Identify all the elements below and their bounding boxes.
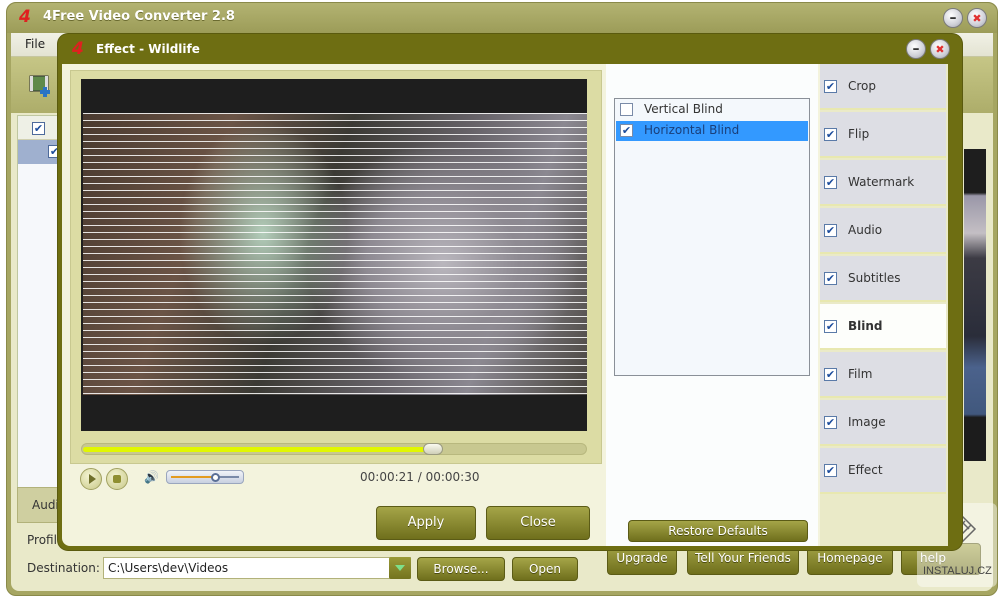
browse-button[interactable]: Browse... (417, 557, 505, 581)
dialog-close-button[interactable]: ✖ (930, 39, 950, 59)
tab-checkbox[interactable]: ✔ (824, 416, 837, 429)
tab-checkbox[interactable]: ✔ (824, 368, 837, 381)
volume-fill (171, 476, 216, 478)
close-icon: ✖ (972, 11, 982, 25)
add-video-icon[interactable] (29, 75, 53, 97)
main-preview-image (964, 149, 986, 461)
app-title: 4Free Video Converter 2.8 (43, 9, 235, 24)
speaker-icon[interactable]: 🔊 (144, 470, 159, 484)
close-icon: ✖ (935, 42, 945, 56)
tab-label: Flip (848, 127, 870, 141)
blind-options-panel: Vertical Blind ✔ Horizontal Blind Restore … (606, 64, 818, 546)
tab-label: Image (848, 415, 886, 429)
tab-flip[interactable]: ✔ Flip (820, 112, 946, 158)
watermark-text: INSTALUJ.CZ (923, 565, 992, 577)
tab-crop[interactable]: ✔ Crop (820, 64, 946, 110)
tab-subtitles[interactable]: ✔ Subtitles (820, 256, 946, 302)
seek-bar[interactable] (81, 443, 587, 455)
time-readout: 00:00:21 / 00:00:30 (360, 470, 480, 484)
tab-label: Crop (848, 79, 877, 93)
main-title-bar[interactable]: 4 4Free Video Converter 2.8 – ✖ (7, 3, 997, 33)
player-panel (70, 70, 602, 464)
tab-label: Audio (848, 223, 883, 237)
effect-dialog: 4 Effect - Wildlife – ✖ 🔊 00:00:21 / 00:… (58, 34, 962, 550)
seek-bar-thumb[interactable] (423, 443, 444, 455)
tab-label: Subtitles (848, 271, 901, 285)
dialog-title: Effect - Wildlife (96, 42, 200, 56)
seek-bar-fill (83, 447, 435, 452)
volume-thumb[interactable] (211, 473, 221, 482)
dialog-title-bar[interactable]: 4 Effect - Wildlife – ✖ (58, 34, 962, 64)
dialog-body: 🔊 00:00:21 / 00:00:30 Apply Close Vertic… (62, 64, 948, 546)
tab-label: Effect (848, 463, 883, 477)
effect-checkbox[interactable] (620, 103, 633, 116)
destination-label: Destination: (27, 561, 100, 575)
tab-checkbox[interactable]: ✔ (824, 320, 837, 333)
effect-label: Vertical Blind (644, 102, 723, 116)
tab-label: Watermark (848, 175, 915, 189)
effect-tabs: ✔ Crop ✔ Flip ✔ Watermark ✔ Audio ✔ Subtitles ✔ Bli… (820, 64, 948, 546)
tab-audio[interactable]: ✔ Audio (820, 208, 946, 254)
main-minimize-button[interactable]: – (943, 8, 963, 28)
play-button[interactable] (80, 468, 102, 490)
dialog-minimize-button[interactable]: – (906, 39, 926, 59)
effect-checkbox[interactable]: ✔ (620, 124, 633, 137)
tab-checkbox[interactable]: ✔ (824, 128, 837, 141)
main-close-button[interactable]: ✖ (967, 8, 987, 28)
tab-checkbox[interactable]: ✔ (824, 272, 837, 285)
apply-button[interactable]: Apply (376, 506, 476, 540)
app-logo-icon: 4 (19, 7, 31, 27)
tab-blind[interactable]: ✔ Blind (820, 304, 946, 350)
tab-checkbox[interactable]: ✔ (824, 464, 837, 477)
effect-item[interactable]: Vertical Blind (616, 100, 808, 120)
tab-film[interactable]: ✔ Film (820, 352, 946, 398)
tab-checkbox[interactable]: ✔ (824, 176, 837, 189)
menu-file[interactable]: File (25, 37, 45, 51)
tab-effect[interactable]: ✔ Effect (820, 448, 946, 494)
tab-checkbox[interactable]: ✔ (824, 224, 837, 237)
minimize-icon: – (949, 10, 957, 26)
video-preview (81, 79, 587, 431)
tab-watermark[interactable]: ✔ Watermark (820, 160, 946, 206)
effect-item[interactable]: ✔ Horizontal Blind (616, 121, 808, 141)
effect-label: Horizontal Blind (644, 123, 740, 137)
dialog-logo-icon: 4 (72, 39, 84, 59)
volume-slider[interactable] (166, 470, 244, 484)
minimize-icon: – (912, 41, 920, 57)
stop-button[interactable] (106, 468, 128, 490)
tab-checkbox[interactable]: ✔ (824, 80, 837, 93)
restore-defaults-button[interactable]: Restore Defaults (628, 520, 808, 542)
select-all-checkbox[interactable]: ✔ (32, 122, 45, 135)
close-button[interactable]: Close (486, 506, 590, 540)
tab-image[interactable]: ✔ Image (820, 400, 946, 446)
horizontal-blind-overlay (83, 113, 587, 395)
destination-input[interactable] (103, 557, 411, 579)
tab-label: Film (848, 367, 873, 381)
tab-label: Blind (848, 319, 883, 333)
destination-dropdown-button[interactable] (389, 557, 411, 579)
open-button[interactable]: Open (512, 557, 578, 581)
effect-list: Vertical Blind ✔ Horizontal Blind (614, 98, 810, 376)
